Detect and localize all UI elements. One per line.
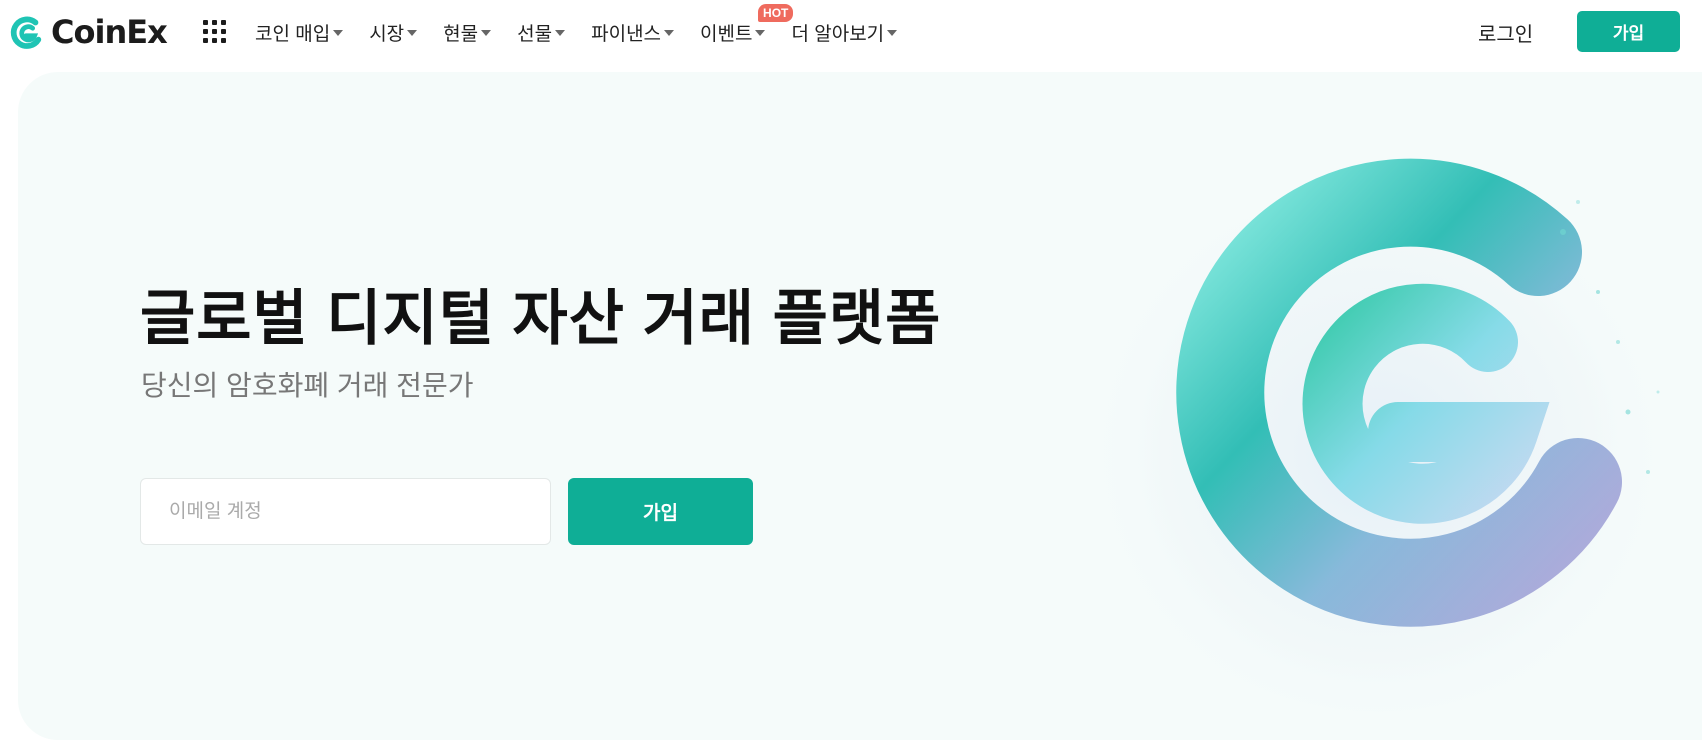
caret-down-icon: [481, 30, 492, 36]
nav-item-label: 선물: [517, 23, 553, 45]
hot-badge: HOT: [758, 3, 794, 22]
coinex-3d-logo-illustration: [1078, 132, 1678, 712]
caret-down-icon: [887, 30, 898, 36]
caret-down-icon: [755, 30, 766, 36]
caret-down-icon: [407, 30, 418, 36]
nav-item-buy-crypto[interactable]: 코인 매입: [255, 19, 344, 46]
nav-item-events[interactable]: 이벤트 HOT: [700, 3, 794, 46]
nav-item-markets[interactable]: 시장: [369, 19, 418, 46]
nav-item-label: 파이낸스: [591, 23, 662, 45]
nav-item-label: 이벤트: [700, 23, 753, 45]
nav-item-futures[interactable]: 선물: [517, 19, 566, 46]
hero-subtitle: 당신의 암호화폐 거래 전문가: [141, 370, 474, 401]
nav-item-label: 시장: [369, 23, 405, 45]
coinex-logo-icon: [10, 16, 42, 49]
nav-item-spot[interactable]: 현물: [443, 19, 492, 46]
caret-down-icon: [333, 30, 344, 36]
logo-text: CoinEx: [51, 13, 168, 51]
main-nav: 코인 매입 시장 현물 선물 파이낸스 이벤트 HOT 더 알아보기: [255, 3, 923, 46]
login-link[interactable]: 로그인: [1478, 18, 1533, 47]
apps-grid-icon[interactable]: [203, 20, 227, 44]
nav-item-label: 현물: [443, 23, 479, 45]
caret-down-icon: [664, 30, 675, 36]
nav-item-finance[interactable]: 파이낸스: [591, 19, 675, 46]
header-signup-button[interactable]: 가입: [1577, 11, 1680, 52]
coinex-logo[interactable]: CoinEx: [7, 12, 168, 52]
nav-item-label: 더 알아보기: [791, 23, 885, 45]
hero-signup-button[interactable]: 가입: [568, 478, 753, 545]
top-header: CoinEx 코인 매입 시장 현물 선물 파이낸스 이벤트 HOT 더 알아보…: [0, 0, 1702, 64]
nav-item-label: 코인 매입: [255, 23, 331, 45]
email-input[interactable]: [140, 478, 551, 545]
caret-down-icon: [555, 30, 566, 36]
hero-title: 글로벌 디지털 자산 거래 플랫폼: [140, 285, 942, 352]
hero-banner: 글로벌 디지털 자산 거래 플랫폼 당신의 암호화폐 거래 전문가 가입: [18, 72, 1702, 740]
nav-item-learn-more[interactable]: 더 알아보기: [791, 19, 898, 46]
